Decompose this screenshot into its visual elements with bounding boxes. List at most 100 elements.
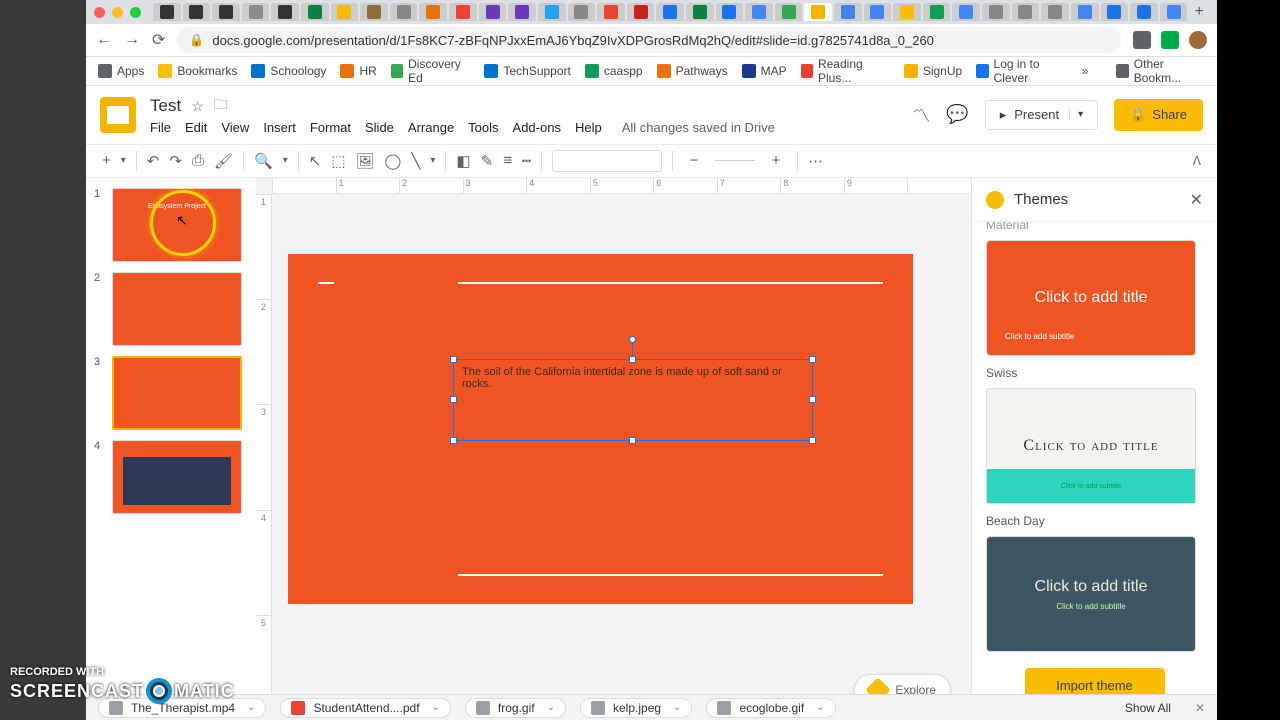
fill-color-button[interactable]: ◧ <box>456 152 470 170</box>
menu-format[interactable]: Format <box>310 120 351 135</box>
browser-tab[interactable] <box>952 3 980 21</box>
font-size-input[interactable] <box>715 160 755 161</box>
close-window-icon[interactable] <box>94 7 105 18</box>
menu-arrange[interactable]: Arrange <box>408 120 454 135</box>
chevron-down-icon[interactable]: ⌄ <box>547 702 555 713</box>
slides-logo-icon[interactable] <box>100 97 136 133</box>
print-button[interactable]: ⎙ <box>192 152 204 169</box>
browser-tab-active[interactable] <box>804 3 832 21</box>
bookmark-item[interactable]: TechSupport <box>484 64 570 78</box>
chevron-down-icon[interactable]: ⌄ <box>816 702 824 713</box>
browser-tab[interactable] <box>449 3 477 21</box>
download-item[interactable]: kelp.jpeg⌄ <box>580 698 692 718</box>
browser-tab[interactable] <box>923 3 951 21</box>
slide-thumbnail[interactable] <box>112 272 242 346</box>
browser-tab[interactable] <box>390 3 418 21</box>
more-tools-button[interactable]: ⋯ <box>808 152 823 170</box>
slide-canvas[interactable]: The soil of the California intertidal zo… <box>288 254 913 604</box>
rotation-handle[interactable] <box>629 336 636 343</box>
collapse-toolbar-button[interactable]: ᐱ <box>1193 154 1201 168</box>
evernote-icon[interactable] <box>1161 31 1179 49</box>
bookmark-item[interactable]: Schoology <box>251 64 326 78</box>
activity-icon[interactable]: 〽 <box>912 102 930 128</box>
star-icon[interactable]: ☆ <box>191 98 204 115</box>
back-button[interactable]: ← <box>96 31 112 49</box>
paint-format-button[interactable]: 🖌 <box>214 152 233 170</box>
browser-tab[interactable] <box>656 3 684 21</box>
menu-slide[interactable]: Slide <box>365 120 394 135</box>
menu-edit[interactable]: Edit <box>185 120 207 135</box>
browser-tab[interactable] <box>242 3 270 21</box>
slide-thumbnail-item[interactable]: 3 <box>94 356 248 430</box>
menu-addons[interactable]: Add-ons <box>513 120 561 135</box>
slide-thumbnail-item[interactable]: 1 Ecosystem Project ↖ <box>94 188 248 262</box>
textbox-tool[interactable]: ⬚ <box>331 152 345 170</box>
zoom-dropdown[interactable]: ▾ <box>283 155 288 166</box>
browser-tab[interactable] <box>597 3 625 21</box>
comments-icon[interactable]: 💬 <box>946 104 968 125</box>
browser-tab[interactable] <box>893 3 921 21</box>
resize-handle[interactable] <box>450 437 457 444</box>
resize-handle[interactable] <box>809 396 816 403</box>
bookmark-item[interactable]: Discovery Ed <box>391 57 471 85</box>
reload-button[interactable]: ⟳ <box>152 30 165 50</box>
select-tool[interactable]: ↖ <box>309 152 322 170</box>
textbox-content[interactable]: The soil of the California intertidal zo… <box>462 366 782 390</box>
profile-avatar-icon[interactable] <box>1189 31 1207 49</box>
apps-button[interactable]: Apps <box>98 64 144 78</box>
browser-tab[interactable] <box>627 3 655 21</box>
chevron-down-icon[interactable]: ⌄ <box>432 702 440 713</box>
font-selector[interactable] <box>552 150 662 172</box>
resize-handle[interactable] <box>450 356 457 363</box>
browser-tab[interactable] <box>331 3 359 21</box>
theme-card-swiss[interactable]: Click to add title Click to add subtitle <box>986 388 1196 504</box>
themes-body[interactable]: Material Click to add title Click to add… <box>972 222 1217 720</box>
other-bookmarks[interactable]: Other Bookm... <box>1116 57 1205 85</box>
browser-tab[interactable] <box>745 3 773 21</box>
browser-tab[interactable] <box>153 3 181 21</box>
menu-file[interactable]: File <box>150 120 171 135</box>
theme-card-material[interactable]: Click to add title Click to add subtitle <box>986 240 1196 356</box>
bookmark-item[interactable]: MAP <box>742 64 787 78</box>
redo-button[interactable]: ↷ <box>169 152 182 170</box>
selected-textbox[interactable]: The soil of the California intertidal zo… <box>453 359 813 441</box>
share-button[interactable]: 🔒 Share <box>1114 99 1203 131</box>
browser-tab[interactable] <box>1012 3 1040 21</box>
minimize-window-icon[interactable] <box>112 7 123 18</box>
present-button[interactable]: ▸ Present ▾ <box>985 100 1098 130</box>
menu-help[interactable]: Help <box>575 120 602 135</box>
browser-tab[interactable] <box>864 3 892 21</box>
browser-tab[interactable] <box>508 3 536 21</box>
zoom-button[interactable]: 🔍 <box>254 152 273 170</box>
image-tool[interactable]: 🖼 <box>356 152 375 170</box>
url-bar[interactable]: 🔒 docs.google.com/presentation/d/1Fs8KC7… <box>177 27 1121 53</box>
document-title[interactable]: Test <box>150 96 181 116</box>
browser-tab[interactable] <box>479 3 507 21</box>
maximize-window-icon[interactable] <box>130 7 141 18</box>
bookmark-item[interactable]: caaspp <box>585 64 643 78</box>
browser-tab[interactable] <box>538 3 566 21</box>
browser-tab[interactable] <box>982 3 1010 21</box>
new-tab-button[interactable]: + <box>1189 2 1209 22</box>
line-tool[interactable]: ╲ <box>411 152 420 170</box>
browser-tab[interactable] <box>1130 3 1158 21</box>
theme-card-beach[interactable]: Click to add title Click to add subtitle <box>986 536 1196 652</box>
browser-tab[interactable] <box>360 3 388 21</box>
bookmark-item[interactable]: Log in to Clever <box>976 57 1068 85</box>
resize-handle[interactable] <box>809 356 816 363</box>
present-dropdown[interactable]: ▾ <box>1069 109 1083 120</box>
new-slide-button[interactable]: + <box>102 152 111 169</box>
browser-tab[interactable] <box>301 3 329 21</box>
bookmark-item[interactable]: Pathways <box>657 64 728 78</box>
forward-button[interactable]: → <box>124 31 140 49</box>
chevron-down-icon[interactable]: ⌄ <box>247 702 255 713</box>
browser-tab[interactable] <box>1101 3 1129 21</box>
browser-tab[interactable] <box>183 3 211 21</box>
ext-icon[interactable] <box>1133 31 1151 49</box>
browser-tab[interactable] <box>568 3 596 21</box>
move-icon[interactable]: 🗀 <box>214 94 228 118</box>
download-item[interactable]: ecoglobe.gif⌄ <box>706 698 835 718</box>
menu-insert[interactable]: Insert <box>263 120 296 135</box>
browser-tab[interactable] <box>686 3 714 21</box>
resize-handle[interactable] <box>629 437 636 444</box>
